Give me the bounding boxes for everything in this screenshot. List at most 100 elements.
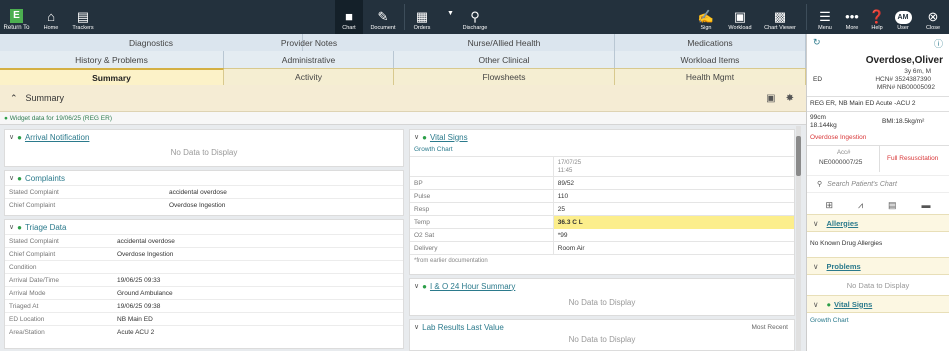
io-summary-panel: ∨ ● I & O 24 Hour Summary No Data to Displ… (409, 278, 795, 316)
tab-row-3: Summary Activity Flowsheets Health Mgmt (0, 68, 806, 85)
table-row: Pulse 110 (410, 189, 794, 203)
table-row: BP 89/52 (410, 176, 794, 190)
discharge-button[interactable]: ⚲ Discharge (458, 0, 492, 34)
user-button[interactable]: AM User (890, 0, 916, 34)
list-item: Chief Complaint Overdose Ingestion (5, 198, 403, 211)
green-dot-icon: ● (422, 132, 427, 142)
abnormal-value: 36.3 C L (552, 215, 794, 229)
tab-nurse-allied-health[interactable]: Nurse/Allied Health (394, 34, 615, 51)
problems-section-header[interactable]: ∨ Problems (807, 257, 949, 275)
green-dot-icon: ● (826, 299, 832, 309)
vital-signs-section-header[interactable]: ∨ ● Vital Signs (807, 295, 949, 313)
chevron-down-icon[interactable]: ∨ (414, 133, 419, 141)
growth-chart-link[interactable]: Growth Chart (807, 313, 949, 325)
list-item: Arrival Mode Ground Ambulance (5, 286, 403, 299)
chevron-down-icon[interactable]: ∨ (414, 282, 419, 290)
growth-chart-link[interactable]: Growth Chart (410, 144, 794, 156)
tab-other-clinical[interactable]: Other Clinical (394, 51, 615, 68)
vital-signs-link[interactable]: Vital Signs (430, 133, 468, 142)
page-title: Summary (25, 93, 65, 103)
chevron-down-icon[interactable]: ∨ (813, 219, 819, 228)
table-row: Resp 25 (410, 202, 794, 216)
tab-workload-items[interactable]: Workload Items (615, 51, 806, 68)
list-item: Stated Complaint accidental overdose (5, 185, 403, 198)
chart-button[interactable]: ■ Chart (335, 0, 363, 34)
orders-dropdown-icon[interactable]: ▼ (447, 10, 454, 17)
tab-summary[interactable]: Summary (0, 68, 224, 85)
search-input[interactable]: ⚲ Search Patient's Chart (807, 175, 949, 193)
folder-icon[interactable]: ▬ (921, 200, 930, 210)
sign-button[interactable]: ✍ Sign (692, 0, 720, 34)
workload-icon: ▣ (733, 9, 747, 24)
search-icon: ⚲ (817, 181, 823, 188)
collapse-icon[interactable]: ⌃ (10, 93, 18, 104)
tab-activity[interactable]: Activity (224, 68, 394, 85)
add-note-icon[interactable]: ⊞ (825, 200, 833, 211)
green-dot-icon: ● (17, 222, 22, 232)
tab-health-mgmt[interactable]: Health Mgmt (615, 68, 806, 85)
clipboard-icon: ▦ (415, 9, 429, 24)
summary-header: ⌃ Summary ▣ ✸ (0, 85, 806, 112)
orders-button[interactable]: ▦ Orders (408, 0, 436, 34)
patient-sidebar: ↻ ⓘ Overdose,Oliver 3y 6m, M ED HCN# 352… (806, 34, 949, 351)
chart-viewer-icon: ▩ (773, 9, 787, 24)
chevron-down-icon[interactable]: ∨ (414, 323, 419, 331)
scrollbar-thumb[interactable] (796, 136, 801, 176)
lab-results-panel: ∨ Lab Results Last Value Most Recent No Da… (409, 319, 795, 351)
chart-viewer-button[interactable]: ▩ Chart Viewer (760, 0, 800, 34)
refresh-icon[interactable]: ↻ (813, 37, 821, 48)
document-button[interactable]: ✎ Document (366, 0, 400, 34)
chevron-down-icon[interactable]: ∨ (9, 223, 14, 231)
vital-signs-panel: ∨ ● Vital Signs Growth Chart 17/07/25 11:45… (409, 129, 795, 275)
list-item: ED Location NB Main ED (5, 312, 403, 325)
list-item: Condition (5, 260, 403, 273)
list-item: Stated Complaint accidental overdose (5, 234, 403, 247)
scrollbar[interactable] (796, 126, 801, 351)
table-header: 17/07/25 11:45 (410, 156, 794, 176)
triage-data-panel: ∨ ● Triage Data Stated Complaint accidental… (4, 219, 404, 349)
help-button[interactable]: ❓ Help (866, 0, 888, 34)
chevron-down-icon[interactable]: ∨ (813, 300, 819, 309)
table-row: Delivery Room Air (410, 241, 794, 255)
document-icon[interactable]: ▤ (888, 200, 897, 211)
workload-button[interactable]: ▣ Workload (723, 0, 757, 34)
no-data-text: No Data to Display (568, 298, 636, 307)
location-text: REG ER, NB Main ED Acute -ACU 2 (810, 100, 916, 107)
tab-administrative[interactable]: Administrative (224, 51, 394, 68)
pen-icon: ✎ (377, 9, 389, 24)
green-dot-icon: ● (422, 281, 427, 291)
help-icon: ❓ (868, 9, 886, 24)
info-icon[interactable]: ⓘ (934, 37, 943, 50)
tab-history-problems[interactable]: History & Problems (0, 51, 224, 68)
table-row: O2 Sat *99 (410, 228, 794, 242)
allergies-section-header[interactable]: ∨ Allergies (807, 214, 949, 232)
chevron-down-icon[interactable]: ∨ (813, 262, 819, 271)
avatar: AM (894, 11, 912, 24)
most-recent-label: Most Recent (751, 323, 789, 331)
home-button[interactable]: ⌂ Home (37, 0, 65, 34)
diagnosis-text: Overdose Ingestion (810, 134, 867, 141)
tab-row-1: Diagnostics Provider Notes Nurse/Allied … (0, 34, 806, 51)
green-dot-icon: ● (17, 132, 22, 142)
tab-provider-notes[interactable]: Provider Notes (224, 34, 394, 51)
io-summary-link[interactable]: I & O 24 Hour Summary (430, 282, 515, 291)
gear-icon[interactable]: ✸ (786, 93, 794, 104)
trend-chart-icon[interactable]: ⩘ (858, 200, 863, 211)
close-button[interactable]: ⊗ Close (920, 0, 946, 34)
chevron-down-icon[interactable]: ∨ (9, 174, 14, 182)
chevron-down-icon[interactable]: ∨ (9, 133, 14, 141)
list-item: Chief Complaint Overdose Ingestion (5, 247, 403, 260)
list-item: Area/Station Acute ACU 2 (5, 325, 403, 338)
tab-medications[interactable]: Medications (615, 34, 806, 51)
menu-icon: ☰ (819, 9, 831, 24)
arrival-notification-link[interactable]: Arrival Notification (25, 133, 89, 142)
print-icon[interactable]: ▣ (766, 93, 775, 104)
sign-icon: ✍ (697, 9, 715, 24)
no-data-text: No Data to Display (846, 281, 910, 290)
menu-button[interactable]: ☰ Menu (812, 0, 838, 34)
tab-flowsheets[interactable]: Flowsheets (394, 68, 615, 85)
return-to-button[interactable]: E Return To (0, 0, 33, 34)
more-button[interactable]: ••• More (840, 0, 864, 34)
close-icon: ⊗ (927, 9, 939, 24)
trackers-button[interactable]: ▤ Trackers (68, 0, 98, 34)
